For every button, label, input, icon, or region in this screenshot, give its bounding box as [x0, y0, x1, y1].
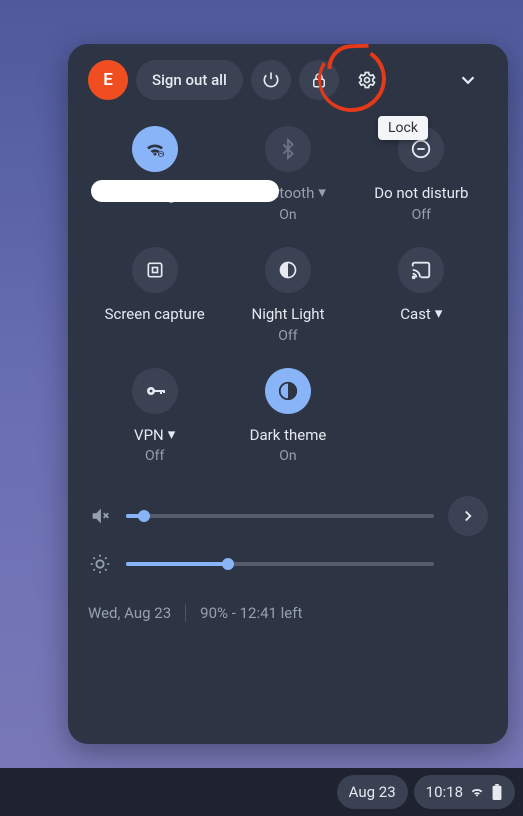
chevron-down-icon [457, 69, 479, 91]
tile-sublabel: Off [278, 328, 297, 344]
brightness-slider[interactable] [126, 562, 434, 566]
tile-screen-capture[interactable]: Screen capture [88, 243, 221, 354]
tile-label: Dark theme [250, 426, 327, 445]
shelf-date-chip[interactable]: Aug 23 [337, 775, 408, 809]
footer-divider [185, 604, 186, 622]
shelf-status-chip[interactable]: 10:18 [414, 775, 515, 809]
tile-sublabel: Off [145, 448, 164, 464]
gear-icon [357, 70, 377, 90]
volume-row [88, 492, 488, 540]
quick-tiles-grid: Strong Bluetooth▾ On Do not disturb Off [88, 122, 488, 474]
dnd-icon [410, 138, 432, 160]
sign-out-button[interactable]: Sign out all [136, 60, 243, 100]
wifi-icon [143, 137, 167, 161]
shelf-time: 10:18 [426, 783, 463, 801]
footer-date: Wed, Aug 23 [88, 604, 171, 622]
chevron-right-icon [459, 507, 477, 525]
audio-settings-button[interactable] [448, 496, 488, 536]
lock-tooltip: Lock [378, 116, 428, 140]
tile-sublabel: Off [412, 207, 431, 223]
collapse-button[interactable] [448, 60, 488, 100]
tile-bluetooth[interactable]: Bluetooth▾ On [221, 122, 354, 233]
header-row: E Sign out all Lock [88, 60, 488, 100]
tile-night-light[interactable]: Night Light Off [221, 243, 354, 354]
dark-theme-icon [277, 380, 299, 402]
power-button[interactable] [251, 60, 291, 100]
power-icon [261, 70, 281, 90]
vpn-key-icon [143, 379, 167, 403]
settings-button[interactable] [347, 60, 387, 100]
lock-icon [310, 71, 328, 89]
tile-label: Night Light [252, 305, 325, 324]
bluetooth-icon [277, 138, 299, 160]
redacted-wifi-name [91, 180, 279, 202]
brightness-row [88, 540, 488, 588]
tile-sublabel: On [279, 448, 296, 464]
panel-footer: Wed, Aug 23 90% - 12:41 left [88, 604, 488, 622]
shelf: Aug 23 10:18 [0, 768, 523, 816]
volume-mute-icon[interactable] [88, 504, 112, 528]
tile-vpn[interactable]: VPN▾ Off [88, 364, 221, 475]
brightness-icon[interactable] [88, 552, 112, 576]
lock-button[interactable] [299, 60, 339, 100]
avatar[interactable]: E [88, 60, 128, 100]
tile-label: Screen capture [105, 305, 205, 324]
tile-wifi[interactable]: Strong [88, 122, 221, 233]
tile-cast[interactable]: Cast▾ [355, 243, 488, 354]
caret-icon: ▾ [168, 425, 176, 444]
tile-sublabel: On [279, 207, 296, 223]
tile-label: Do not disturb [374, 184, 468, 203]
tile-dark-theme[interactable]: Dark theme On [221, 364, 354, 475]
caret-icon: ▾ [435, 304, 443, 323]
screen-capture-icon [145, 260, 165, 280]
sliders [88, 492, 488, 588]
cast-icon [410, 259, 432, 281]
tile-label: VPN▾ [134, 426, 175, 445]
night-light-icon [278, 260, 298, 280]
footer-battery: 90% - 12:41 left [200, 604, 302, 622]
volume-slider[interactable] [126, 514, 434, 518]
quick-settings-panel: E Sign out all Lock [68, 44, 508, 744]
wifi-icon [469, 784, 485, 800]
caret-icon: ▾ [318, 183, 326, 202]
tile-label: Cast▾ [400, 305, 442, 324]
battery-icon [491, 784, 503, 800]
